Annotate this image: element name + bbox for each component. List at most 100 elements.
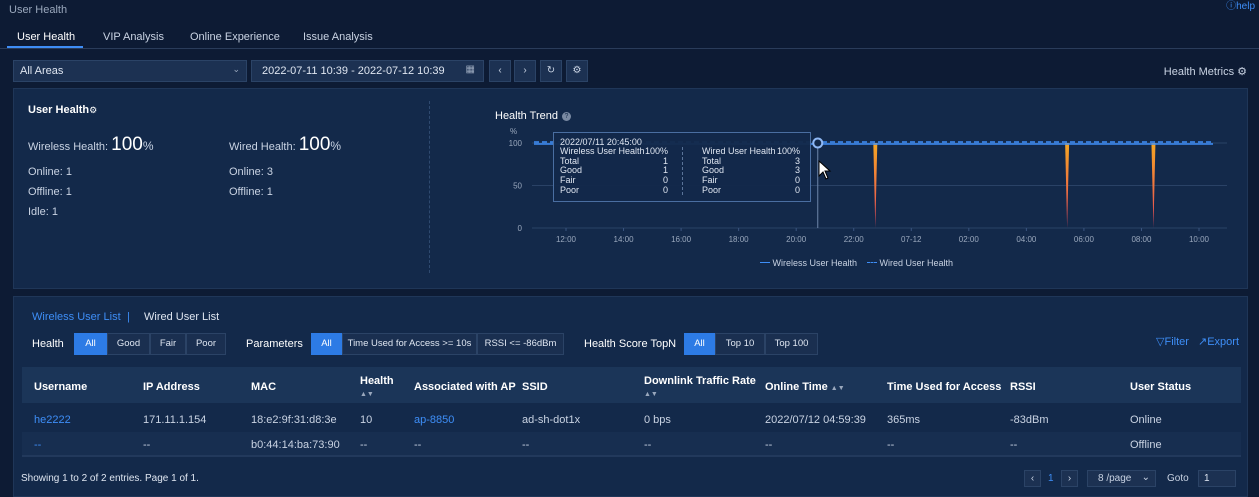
- health-trend-title: Health Trend?: [495, 110, 571, 122]
- cell-username[interactable]: he2222: [34, 414, 71, 426]
- tab-wired-user-list[interactable]: Wired User List: [144, 311, 219, 323]
- table-header: Username IP Address MAC Health ▲▼ Associa…: [22, 367, 1241, 403]
- wireless-idle: Idle: 1: [28, 206, 58, 218]
- x-tick-label: 04:00: [1016, 235, 1037, 244]
- sort-icon: ▲▼: [830, 385, 845, 392]
- health-metrics-label: Health Metrics: [1163, 66, 1235, 78]
- wired-health-value: 100: [298, 134, 331, 155]
- settings-button[interactable]: ⚙: [566, 60, 588, 82]
- topn-label: Health Score TopN: [584, 338, 677, 350]
- health-filter-fair[interactable]: Fair: [150, 333, 186, 355]
- chevron-down-icon: ⌄: [1141, 472, 1150, 483]
- dashed-line-icon: [867, 262, 877, 263]
- wireless-health-unit: %: [142, 139, 154, 153]
- cell-ssid: --: [522, 439, 530, 451]
- cell-mac: 18:e2:9f:31:d8:3e: [251, 414, 337, 426]
- hover-point: [812, 137, 824, 149]
- help-link[interactable]: ⓘhelp: [1226, 0, 1255, 12]
- col-mac[interactable]: MAC: [251, 381, 276, 393]
- area-select[interactable]: All Areas ⌄: [13, 60, 247, 82]
- col-health[interactable]: Health ▲▼: [360, 375, 394, 399]
- col-ip[interactable]: IP Address: [143, 381, 200, 393]
- goto-input[interactable]: 1: [1198, 470, 1236, 487]
- legend-label: Wireless User Health: [772, 258, 858, 268]
- col-ssid[interactable]: SSID: [522, 381, 548, 393]
- refresh-icon: ↻: [546, 65, 556, 76]
- filter-button[interactable]: ▽Filter: [1156, 335, 1189, 348]
- cell-username[interactable]: --: [34, 439, 41, 451]
- legend-wireless[interactable]: Wireless User Health: [760, 258, 857, 268]
- x-tick-label: 20:00: [786, 235, 807, 244]
- chevron-down-icon: ⌄: [232, 64, 240, 74]
- cell-status: Online: [1130, 414, 1162, 426]
- solid-line-icon: [760, 262, 770, 263]
- export-label: Export: [1207, 336, 1240, 348]
- col-username[interactable]: Username: [34, 381, 87, 393]
- param-filter-access-time[interactable]: Time Used for Access >= 10s: [342, 333, 477, 355]
- cell-online-time: 2022/07/12 04:59:39: [765, 414, 866, 426]
- wireless-online: Online: 1: [28, 166, 73, 178]
- x-tick-label: 02:00: [959, 235, 980, 244]
- col-access-time[interactable]: Time Used for Access: [887, 381, 1001, 393]
- wired-health: Wired Health: 100%: [229, 134, 341, 156]
- date-range-picker[interactable]: 2022-07-11 10:39 - 2022-07-12 10:39 ▦: [251, 60, 484, 82]
- health-filter-all[interactable]: All: [74, 333, 107, 355]
- tab-vip-analysis[interactable]: VIP Analysis: [103, 31, 164, 43]
- active-tab-indicator: [7, 46, 83, 48]
- table-summary: Showing 1 to 2 of 2 entries. Page 1 of 1…: [21, 473, 199, 484]
- health-filter-poor[interactable]: Poor: [186, 333, 226, 355]
- page-prev-button[interactable]: ‹: [1024, 470, 1041, 487]
- param-filter-all[interactable]: All: [311, 333, 342, 355]
- subtab-divider: |: [127, 311, 130, 323]
- prev-button[interactable]: ‹: [489, 60, 511, 82]
- topn-filter-top10[interactable]: Top 10: [715, 333, 765, 355]
- cell-ap[interactable]: ap-8850: [414, 414, 454, 426]
- export-button[interactable]: ↗Export: [1198, 335, 1239, 348]
- col-online-time[interactable]: Online Time ▲▼: [765, 381, 845, 393]
- y-tick-label: 100: [509, 139, 523, 148]
- tooltip-wireless: Wireless User Health 100% Total 1 Good 1 Fa…: [560, 146, 668, 195]
- cell-access-time: --: [887, 439, 895, 451]
- topn-filter-top100[interactable]: Top 100: [765, 333, 818, 355]
- health-metrics-button[interactable]: Health Metrics ⚙: [1164, 65, 1247, 78]
- panel-divider: [429, 101, 430, 273]
- sort-icon: ▲▼: [644, 391, 658, 398]
- refresh-button[interactable]: ↻: [540, 60, 562, 82]
- tab-issue-analysis[interactable]: Issue Analysis: [303, 31, 373, 43]
- date-range-value: 2022-07-11 10:39 - 2022-07-12 10:39: [262, 65, 445, 77]
- x-tick-label: 16:00: [671, 235, 692, 244]
- y-tick-label: 50: [513, 182, 522, 191]
- cell-downlink: --: [644, 439, 652, 451]
- user-list-panel: Wireless User List | Wired User List Hea…: [13, 296, 1248, 497]
- table-row[interactable]: -- -- b0:44:14:ba:73:90 -- -- -- -- -- -…: [22, 432, 1241, 457]
- legend-wired[interactable]: Wired User Health: [867, 258, 953, 268]
- col-rssi[interactable]: RSSI: [1010, 381, 1036, 393]
- tab-user-health[interactable]: User Health: [17, 31, 75, 43]
- tab-wireless-user-list[interactable]: Wireless User List: [32, 311, 121, 323]
- wireless-offline: Offline: 1: [28, 186, 72, 198]
- col-status[interactable]: User Status: [1130, 381, 1191, 393]
- question-icon[interactable]: ?: [561, 112, 571, 121]
- user-health-title: User Health⚙: [28, 104, 98, 116]
- topn-filter-all[interactable]: All: [684, 333, 715, 355]
- col-downlink[interactable]: Downlink Traffic Rate ▲▼: [644, 375, 756, 399]
- health-filter-good[interactable]: Good: [107, 333, 150, 355]
- param-filter-rssi[interactable]: RSSI <= -86dBm: [477, 333, 564, 355]
- mouse-cursor-icon: [818, 160, 832, 180]
- x-tick-label: 07-12: [901, 235, 922, 244]
- col-ap[interactable]: Associated with AP: [414, 381, 516, 393]
- wired-health-unit: %: [330, 139, 342, 153]
- x-tick-label: 18:00: [729, 235, 750, 244]
- page-next-button[interactable]: ›: [1061, 470, 1078, 487]
- next-button[interactable]: ›: [514, 60, 536, 82]
- cell-health: 10: [360, 414, 373, 426]
- page-number[interactable]: 1: [1048, 473, 1054, 484]
- wireless-health: Wireless Health: 100%: [28, 134, 154, 156]
- per-page-select[interactable]: 8 /page ⌄: [1087, 470, 1156, 487]
- tab-online-experience[interactable]: Online Experience: [190, 31, 280, 43]
- y-axis-label: %: [510, 127, 517, 136]
- gear-icon[interactable]: ⚙: [89, 105, 97, 115]
- parameters-label: Parameters: [246, 338, 303, 350]
- table-row[interactable]: he2222 171.11.1.154 18:e2:9f:31:d8:3e 10…: [22, 407, 1241, 432]
- cell-mac: b0:44:14:ba:73:90: [251, 439, 340, 451]
